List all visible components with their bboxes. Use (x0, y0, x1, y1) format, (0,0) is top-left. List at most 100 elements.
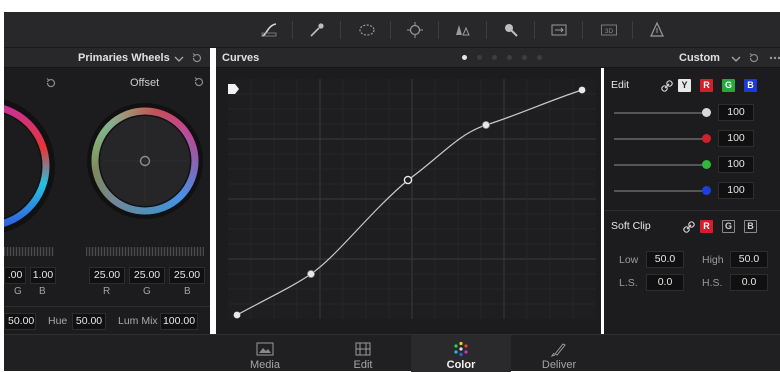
chevron-down-icon[interactable] (729, 52, 743, 66)
page-tab-media[interactable]: Media (215, 335, 315, 372)
reset-icon[interactable] (747, 51, 761, 65)
eyedropper-icon[interactable] (304, 18, 330, 42)
app-window: 3D Primaries Wheels Offset .00 1.00 G B … (0, 0, 780, 372)
slider-track[interactable] (614, 112, 710, 114)
slider-value[interactable]: 100 (718, 130, 754, 147)
curve-point[interactable] (307, 269, 316, 278)
slider-value[interactable]: 100 (718, 182, 754, 199)
blur-icon[interactable] (450, 18, 476, 42)
curve-graph[interactable] (228, 79, 596, 319)
channel-label-b: B (184, 286, 191, 297)
page-dot[interactable] (477, 55, 482, 60)
slider-track[interactable] (614, 138, 710, 140)
primaries-title: Primaries Wheels (78, 52, 170, 64)
hue-value[interactable]: 50.00 (72, 313, 106, 330)
divider (604, 210, 780, 211)
offset-jog-wheel[interactable] (86, 247, 204, 256)
reset-icon[interactable] (44, 76, 58, 90)
softclip-chip-g[interactable]: G (722, 220, 735, 233)
low-value[interactable]: 50.0 (646, 251, 684, 268)
gain-g-value[interactable]: .00 (4, 267, 26, 284)
gain-jog-wheel[interactable] (4, 247, 54, 256)
curve-point[interactable] (578, 86, 586, 94)
offset-label: Offset (130, 77, 160, 89)
channel-chip-y[interactable]: Y (678, 79, 691, 92)
page-dot[interactable] (522, 55, 527, 60)
sizing-icon[interactable] (546, 18, 572, 42)
slider-track[interactable] (614, 190, 710, 192)
channel-chip-g[interactable]: G (722, 79, 735, 92)
page-dot[interactable] (462, 55, 467, 60)
window-ellipse-icon[interactable] (354, 18, 380, 42)
page-dot[interactable] (537, 55, 542, 60)
high-value[interactable]: 50.0 (730, 251, 768, 268)
curves-tool-icon[interactable] (256, 18, 282, 42)
low-label: Low (619, 254, 639, 266)
page-tab-edit[interactable]: Edit (313, 335, 413, 372)
offset-r-value[interactable]: 25.00 (89, 267, 125, 284)
page-tab-label: Media (250, 359, 280, 371)
channel-chip-b[interactable]: B (744, 79, 757, 92)
slider-row-b: 100 (604, 181, 780, 201)
more-options-icon[interactable] (768, 51, 780, 65)
soft-clip-label: Soft Clip (611, 220, 651, 232)
key-icon[interactable] (498, 18, 524, 42)
3d-icon[interactable]: 3D (596, 18, 622, 42)
high-label: High (702, 254, 724, 266)
offset-g-value[interactable]: 25.00 (129, 267, 165, 284)
high-soft-label: H.S. (702, 277, 723, 289)
link-icon[interactable] (660, 79, 674, 93)
edit-panel: Custom Edit Y R G B 100 100 100 100 Soft Cl… (601, 48, 780, 334)
magic-mask-icon[interactable] (644, 18, 670, 42)
slider-value[interactable]: 100 (718, 156, 754, 173)
softclip-chip-b[interactable]: B (744, 220, 757, 233)
curves-mode-header: Custom (601, 48, 780, 68)
curve-point[interactable] (403, 175, 413, 185)
curves-panel: Curves (216, 48, 601, 334)
channel-chip-r[interactable]: R (700, 79, 713, 92)
page-dot[interactable] (492, 55, 497, 60)
channel-label-r: R (103, 286, 111, 297)
palette-toolbar: 3D (4, 12, 780, 48)
slider-track[interactable] (614, 164, 710, 166)
page-tab-color[interactable]: Color (411, 335, 511, 372)
gain-color-wheel[interactable] (4, 88, 74, 248)
offset-b-value[interactable]: 25.00 (169, 267, 205, 284)
saturation-value[interactable]: 50.00 (4, 313, 36, 330)
curve-point[interactable] (481, 121, 490, 130)
reset-icon[interactable] (190, 51, 204, 65)
slider-value[interactable]: 100 (718, 104, 754, 121)
slider-row-g: 100 (604, 155, 780, 175)
offset-color-wheel[interactable] (82, 98, 208, 224)
softclip-chip-r[interactable]: R (700, 220, 713, 233)
low-soft-value[interactable]: 0.0 (646, 274, 684, 291)
divider (4, 306, 210, 307)
slider-knob[interactable] (702, 134, 711, 143)
slider-knob[interactable] (702, 160, 711, 169)
channel-label-g: G (143, 286, 151, 297)
primaries-panel: Primaries Wheels Offset .00 1.00 G B 25.… (4, 48, 210, 334)
page-tab-label: Color (446, 359, 476, 371)
primaries-header: Primaries Wheels (4, 48, 210, 68)
page-dot[interactable] (507, 55, 512, 60)
curves-mode-label: Custom (679, 52, 720, 64)
lum-mix-value[interactable]: 100.00 (160, 313, 198, 330)
high-soft-value[interactable]: 0.0 (730, 274, 768, 291)
channel-label-b: B (39, 286, 46, 297)
lum-mix-label: Lum Mix (118, 315, 158, 327)
reset-icon[interactable] (192, 75, 206, 89)
chevron-down-icon[interactable] (172, 52, 186, 66)
tracker-icon[interactable] (402, 18, 428, 42)
slider-knob[interactable] (702, 186, 711, 195)
curves-header: Curves (216, 48, 601, 68)
slider-knob[interactable] (702, 108, 711, 117)
channel-label-g: G (14, 286, 22, 297)
page-tab-deliver[interactable]: Deliver (509, 335, 609, 372)
curve-point[interactable] (233, 311, 241, 319)
page-tab-label: Edit (353, 359, 373, 371)
svg-text:3D: 3D (605, 28, 614, 35)
edit-label: Edit (611, 79, 630, 91)
deliver-icon (550, 343, 566, 357)
gain-b-value[interactable]: 1.00 (30, 267, 56, 284)
link-icon[interactable] (682, 220, 696, 234)
